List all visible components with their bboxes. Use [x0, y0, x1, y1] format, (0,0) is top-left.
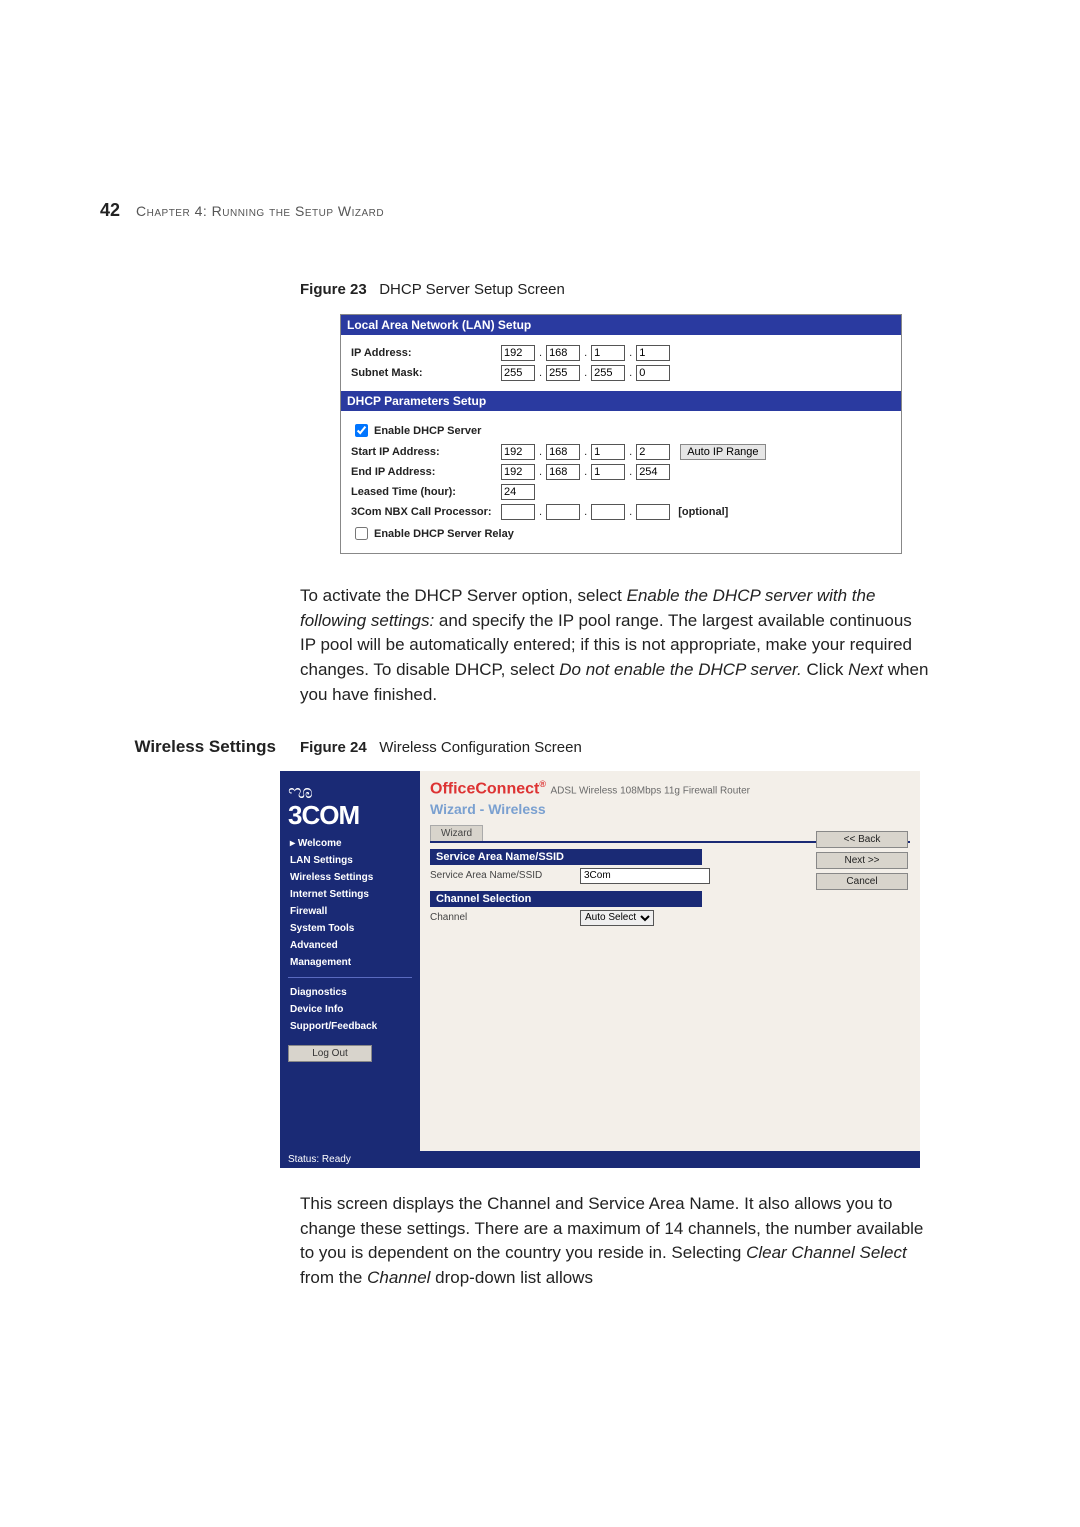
nav-advanced[interactable]: Advanced	[288, 937, 412, 954]
nav-device-info[interactable]: Device Info	[288, 1001, 412, 1018]
nbx-ip-1[interactable]	[501, 504, 535, 520]
back-button[interactable]: << Back	[816, 831, 908, 848]
status-bar: Status: Ready	[280, 1151, 920, 1168]
paragraph-wireless: This screen displays the Channel and Ser…	[300, 1192, 930, 1291]
start-ip-2[interactable]	[546, 444, 580, 460]
ip-address-label: IP Address:	[351, 347, 501, 359]
section-wireless-settings: Wireless Settings	[100, 737, 300, 757]
figure23-caption: Figure 23 DHCP Server Setup Screen	[300, 281, 930, 298]
cancel-button[interactable]: Cancel	[816, 873, 908, 890]
end-ip-2[interactable]	[546, 464, 580, 480]
nav-firewall[interactable]: Firewall	[288, 903, 412, 920]
figure24-screenshot: ೡ 3COM Welcome LAN Settings Wireless Set…	[280, 771, 920, 1168]
dhcp-title: DHCP Parameters Setup	[341, 391, 901, 411]
nav-welcome[interactable]: Welcome	[288, 835, 412, 852]
ip-octet-2[interactable]	[546, 345, 580, 361]
page-number: 42	[100, 200, 120, 221]
nav-wireless-settings[interactable]: Wireless Settings	[288, 869, 412, 886]
logout-button[interactable]: Log Out	[288, 1045, 372, 1062]
enable-dhcp-label: Enable DHCP Server	[374, 425, 481, 437]
ssid-input[interactable]	[580, 868, 710, 884]
subnet-octet-2[interactable]	[546, 365, 580, 381]
brand-title: OfficeConnect® ADSL Wireless 108Mbps 11g…	[430, 779, 910, 798]
sidebar: ೡ 3COM Welcome LAN Settings Wireless Set…	[280, 771, 420, 1151]
enable-dhcp-checkbox[interactable]	[355, 424, 368, 437]
leased-time-input[interactable]	[501, 484, 535, 500]
nav-separator	[288, 977, 412, 978]
ip-octet-1[interactable]	[501, 345, 535, 361]
start-ip-1[interactable]	[501, 444, 535, 460]
figure23-label: Figure 23	[300, 281, 367, 298]
figure23-text: DHCP Server Setup Screen	[379, 281, 565, 298]
enable-relay-label: Enable DHCP Server Relay	[374, 528, 514, 540]
subnet-octet-4[interactable]	[636, 365, 670, 381]
subnet-label: Subnet Mask:	[351, 367, 501, 379]
channel-select[interactable]: Auto Select	[580, 910, 654, 926]
paragraph-dhcp: To activate the DHCP Server option, sele…	[300, 584, 930, 707]
start-ip-4[interactable]	[636, 444, 670, 460]
auto-ip-range-button[interactable]: Auto IP Range	[680, 444, 765, 460]
channel-heading: Channel Selection	[430, 891, 702, 907]
logo-text: 3COM	[288, 800, 412, 831]
nbx-ip-3[interactable]	[591, 504, 625, 520]
ip-octet-4[interactable]	[636, 345, 670, 361]
end-ip-1[interactable]	[501, 464, 535, 480]
tab-wizard[interactable]: Wizard	[430, 825, 483, 841]
start-ip-label: Start IP Address:	[351, 446, 501, 458]
channel-label: Channel	[430, 912, 580, 923]
page-header: 42 Chapter 4: Running the Setup Wizard	[100, 200, 930, 221]
nav-system-tools[interactable]: System Tools	[288, 920, 412, 937]
main-panel: OfficeConnect® ADSL Wireless 108Mbps 11g…	[420, 771, 920, 1151]
leased-time-label: Leased Time (hour):	[351, 486, 501, 498]
next-button[interactable]: Next >>	[816, 852, 908, 869]
nbx-ip-4[interactable]	[636, 504, 670, 520]
ssid-label: Service Area Name/SSID	[430, 870, 580, 881]
enable-relay-checkbox[interactable]	[355, 527, 368, 540]
nav-support-feedback[interactable]: Support/Feedback	[288, 1018, 412, 1035]
ip-octet-3[interactable]	[591, 345, 625, 361]
figure23-screenshot: Local Area Network (LAN) Setup IP Addres…	[340, 314, 902, 554]
optional-text: [optional]	[678, 506, 728, 518]
end-ip-3[interactable]	[591, 464, 625, 480]
figure24-caption: Figure 24 Wireless Configuration Screen	[300, 739, 582, 756]
nav-lan-settings[interactable]: LAN Settings	[288, 852, 412, 869]
nbx-label: 3Com NBX Call Processor:	[351, 506, 501, 518]
subnet-octet-3[interactable]	[591, 365, 625, 381]
end-ip-label: End IP Address:	[351, 466, 501, 478]
nav-internet-settings[interactable]: Internet Settings	[288, 886, 412, 903]
start-ip-3[interactable]	[591, 444, 625, 460]
subnet-octet-1[interactable]	[501, 365, 535, 381]
lan-setup-title: Local Area Network (LAN) Setup	[341, 315, 901, 335]
nbx-ip-2[interactable]	[546, 504, 580, 520]
nav-management[interactable]: Management	[288, 954, 412, 971]
nav-diagnostics[interactable]: Diagnostics	[288, 984, 412, 1001]
ssid-heading: Service Area Name/SSID	[430, 849, 702, 865]
figure24-text: Wireless Configuration Screen	[379, 739, 582, 756]
chapter-title: Chapter 4: Running the Setup Wizard	[136, 203, 384, 219]
wizard-subtitle: Wizard - Wireless	[430, 801, 910, 817]
figure24-label: Figure 24	[300, 739, 367, 756]
end-ip-4[interactable]	[636, 464, 670, 480]
